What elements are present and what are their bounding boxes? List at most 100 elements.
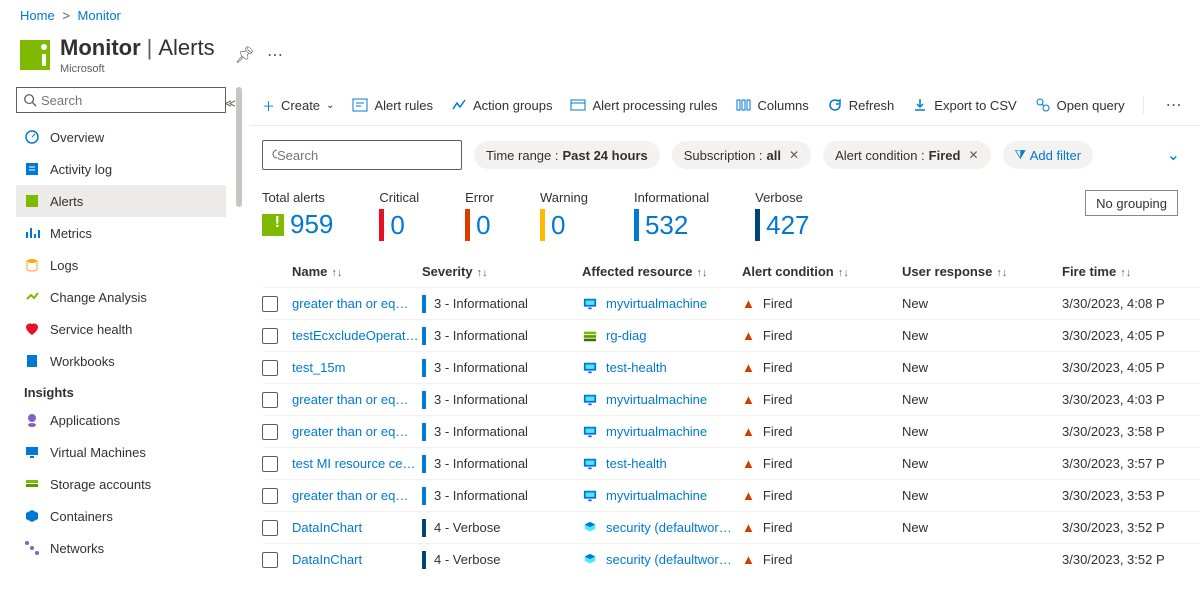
col-resource[interactable]: Affected resource↑↓ [582,264,742,279]
filter-time[interactable]: Time range :Past 24 hours [474,141,660,169]
sidebar-item-containers[interactable]: Containers [16,500,226,532]
count-total[interactable]: Total alerts 959 [262,190,333,240]
resource-link[interactable]: security (defaultwor… [582,552,742,567]
condition-cell: ▲Fired [742,520,902,535]
grouping-select[interactable]: No grouping [1085,190,1178,216]
filter-condition[interactable]: Alert condition :Fired✕ [823,141,990,169]
sidebar-item-alerts[interactable]: Alerts [16,185,226,217]
add-filter-button[interactable]: ⧩︎ Add filter [1003,141,1094,169]
alert-name-link[interactable]: greater than or eq… [292,424,422,439]
table-row[interactable]: greater than or eq…3 - Informationalmyvi… [262,415,1200,447]
breadcrumb: Home > Monitor [0,0,1200,31]
sidebar-item-networks[interactable]: Networks [16,532,226,564]
col-severity[interactable]: Severity↑↓ [422,264,582,279]
columns-button[interactable]: Columns [735,97,808,113]
row-checkbox[interactable] [262,360,278,376]
alert-name-link[interactable]: testEcxcludeOperat… [292,328,422,343]
resource-link[interactable]: test-health [582,456,742,471]
alert-name-link[interactable]: test MI resource ce… [292,456,422,471]
row-checkbox[interactable] [262,456,278,472]
sidebar-item-storage-accounts[interactable]: Storage accounts [16,468,226,500]
sidebar-item-applications[interactable]: Applications [16,404,226,436]
row-checkbox[interactable] [262,520,278,536]
table-row[interactable]: greater than or eq…3 - Informationalmyvi… [262,287,1200,319]
severity-cell: 4 - Verbose [422,551,582,569]
resource-link[interactable]: myvirtualmachine [582,424,742,439]
sidebar-item-metrics[interactable]: Metrics [16,217,226,249]
alert-icon [262,214,284,236]
row-checkbox[interactable] [262,392,278,408]
expand-filters-icon[interactable]: ⌄ [1167,145,1180,165]
close-icon[interactable]: ✕ [789,148,799,162]
open-query-button[interactable]: Open query [1035,97,1125,113]
count-verbose[interactable]: Verbose427 [755,190,809,241]
sidebar-item-service-health[interactable]: Service health [16,313,226,345]
table-row[interactable]: greater than or eq…3 - Informationalmyvi… [262,383,1200,415]
resource-link[interactable]: security (defaultwor… [582,520,742,535]
alert-name-link[interactable]: test_15m [292,360,422,375]
alert-name-link[interactable]: greater than or eq… [292,296,422,311]
export-button[interactable]: Export to CSV [912,97,1016,113]
alert-name-link[interactable]: greater than or eq… [292,488,422,503]
alerts-table: Name↑↓ Severity↑↓ Affected resource↑↓ Al… [250,255,1200,575]
row-checkbox[interactable] [262,424,278,440]
sidebar-search-input[interactable] [41,93,219,108]
alert-name-link[interactable]: DataInChart [292,520,422,535]
sidebar-item-label: Overview [50,130,104,145]
table-row[interactable]: DataInChart4 - Verbosesecurity (defaultw… [262,511,1200,543]
breadcrumb-monitor[interactable]: Monitor [78,8,121,23]
sidebar-item-change-analysis[interactable]: Change Analysis [16,281,226,313]
resource-link[interactable]: myvirtualmachine [582,392,742,407]
close-icon[interactable]: ✕ [968,148,978,162]
alert-rules-button[interactable]: Alert rules [352,97,433,113]
header-service: Monitor [60,35,141,61]
row-checkbox[interactable] [262,488,278,504]
pin-icon[interactable]: 📌︎ [235,45,255,65]
row-checkbox[interactable] [262,296,278,312]
sidebar-item-overview[interactable]: Overview [16,121,226,153]
col-condition[interactable]: Alert condition↑↓ [742,264,902,279]
create-button[interactable]: ＋Create⌄ [262,96,334,115]
alerts-search[interactable] [262,140,462,170]
col-firetime[interactable]: Fire time↑↓ [1062,264,1200,279]
sidebar-item-activity-log[interactable]: Activity log [16,153,226,185]
alert-name-link[interactable]: greater than or eq… [292,392,422,407]
severity-bar-icon [422,551,426,569]
alert-name-link[interactable]: DataInChart [292,552,422,567]
row-checkbox[interactable] [262,552,278,568]
sidebar-item-label: Activity log [50,162,112,177]
table-row[interactable]: test MI resource ce…3 - Informationaltes… [262,447,1200,479]
filter-subscription[interactable]: Subscription :all✕ [672,141,811,169]
sidebar-item-logs[interactable]: Logs [16,249,226,281]
processing-rules-button[interactable]: Alert processing rules [570,97,717,113]
breadcrumb-home[interactable]: Home [20,8,55,23]
firetime-cell: 3/30/2023, 4:05 P [1062,328,1200,343]
toolbar-more-icon[interactable]: ⋯ [1162,95,1186,115]
table-row[interactable]: greater than or eq…3 - Informationalmyvi… [262,479,1200,511]
count-critical[interactable]: Critical0 [379,190,419,241]
table-row[interactable]: test_15m3 - Informationaltest-health▲Fir… [262,351,1200,383]
resource-link[interactable]: rg-diag [582,328,742,343]
count-info[interactable]: Informational532 [634,190,709,241]
col-response[interactable]: User response↑↓ [902,264,1062,279]
count-error[interactable]: Error0 [465,190,494,241]
table-row[interactable]: testEcxcludeOperat…3 - Informationalrg-d… [262,319,1200,351]
firetime-cell: 3/30/2023, 3:53 P [1062,488,1200,503]
table-row[interactable]: DataInChart4 - Verbosesecurity (defaultw… [262,543,1200,575]
resource-link[interactable]: test-health [582,360,742,375]
sidebar-search[interactable] [16,87,226,113]
more-icon[interactable]: ⋯ [267,45,283,65]
breadcrumb-sep: > [62,8,70,23]
scrollbar[interactable] [236,87,242,207]
resource-link[interactable]: myvirtualmachine [582,488,742,503]
alert-counts: Total alerts 959 Critical0 Error0 Warnin… [250,184,1200,255]
action-groups-button[interactable]: Action groups [451,97,553,113]
resource-link[interactable]: myvirtualmachine [582,296,742,311]
alerts-search-input[interactable] [277,148,453,163]
sidebar-item-virtual-machines[interactable]: Virtual Machines [16,436,226,468]
row-checkbox[interactable] [262,328,278,344]
count-warning[interactable]: Warning0 [540,190,588,241]
col-name[interactable]: Name↑↓ [292,264,422,279]
sidebar-item-workbooks[interactable]: Workbooks [16,345,226,377]
refresh-button[interactable]: Refresh [827,97,895,113]
